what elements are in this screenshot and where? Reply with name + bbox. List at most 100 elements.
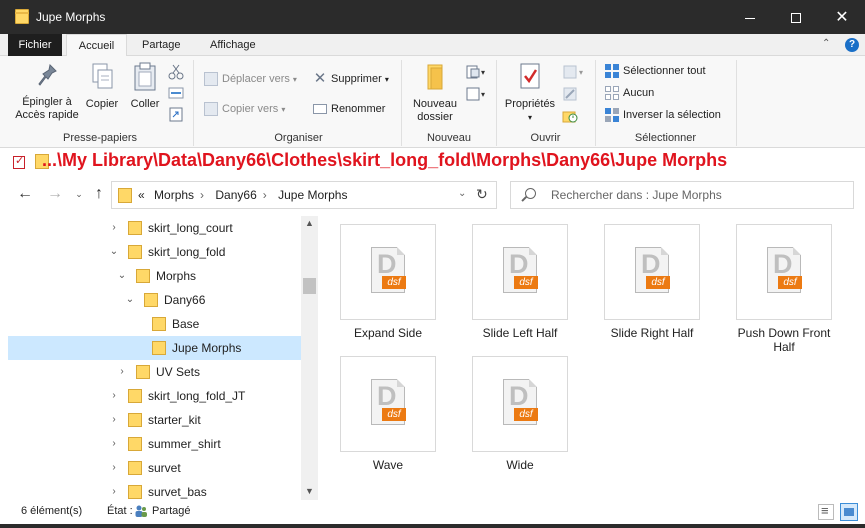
delete-button[interactable]: ✕ Supprimer ▾	[313, 70, 389, 88]
group-label-new: Nouveau	[426, 132, 472, 144]
invert-selection-button[interactable]: Inverser la sélection	[605, 106, 721, 124]
file-item[interactable]: Ddsf Expand Side	[330, 216, 440, 346]
breadcrumb-item-jupe-morphs[interactable]: Jupe Morphs	[278, 188, 347, 202]
tree-item[interactable]: ⌄ skirt_long_fold	[8, 240, 301, 264]
large-icons-view-button[interactable]	[840, 503, 858, 521]
paste-shortcut-icon[interactable]	[168, 106, 184, 122]
tab-file[interactable]: Fichier	[8, 34, 62, 56]
folder-icon	[128, 413, 142, 427]
expand-chevron-icon[interactable]: ›	[116, 360, 128, 384]
address-bar[interactable]: « Morphs › Dany66 › Jupe Morphs ⌄ ↻	[111, 181, 497, 209]
collapse-chevron-icon[interactable]: ⌄	[108, 240, 120, 264]
expand-chevron-icon[interactable]: ›	[108, 408, 120, 432]
maximize-button[interactable]	[773, 0, 819, 34]
tab-home[interactable]: Accueil	[66, 34, 127, 57]
cut-icon[interactable]	[168, 64, 184, 80]
file-item[interactable]: Ddsf Slide Right Half	[594, 216, 704, 346]
shared-status: Partagé	[152, 505, 191, 517]
folder-icon	[118, 188, 132, 203]
select-none-label: Aucun	[623, 87, 655, 99]
details-view-button[interactable]	[818, 503, 834, 520]
refresh-icon[interactable]: ↻	[476, 186, 488, 203]
navigation-pane: › skirt_long_court ⌄ skirt_long_fold ⌄ Morphs…	[8, 216, 318, 500]
tab-view[interactable]: Affichage	[206, 34, 260, 56]
close-icon: ✕	[835, 9, 849, 26]
select-all-button[interactable]: Sélectionner tout	[605, 62, 706, 80]
breadcrumb-item-dany66[interactable]: Dany66	[215, 188, 256, 202]
file-item[interactable]: Ddsf Push Down Front Half	[726, 216, 836, 354]
tree-item[interactable]: › survet	[8, 456, 301, 480]
tree-item[interactable]: Base	[8, 312, 301, 336]
tree-item[interactable]: › skirt_long_fold_JT	[8, 384, 301, 408]
scroll-down-icon[interactable]: ▼	[305, 486, 314, 496]
select-none-button[interactable]: Aucun	[605, 84, 654, 102]
pin-icon	[38, 63, 57, 86]
paste-icon	[134, 62, 156, 91]
expand-chevron-icon[interactable]: ›	[108, 384, 120, 408]
new-item-icon[interactable]: ▾	[466, 64, 488, 80]
close-button[interactable]: ✕	[819, 0, 865, 34]
invert-selection-icon	[605, 108, 619, 123]
tree-item[interactable]: ⌄ Dany66	[8, 288, 301, 312]
folder-icon	[136, 269, 150, 283]
tree-item[interactable]: › survet_bas	[8, 480, 301, 500]
tree-item[interactable]: ⌄ Morphs	[8, 264, 301, 288]
tree-item[interactable]: › starter_kit	[8, 408, 301, 432]
back-button[interactable]: ←	[16, 185, 34, 203]
tree-item[interactable]: › UV Sets	[8, 360, 301, 384]
collapse-chevron-icon[interactable]: ⌄	[124, 288, 136, 312]
open-icon[interactable]: ▾	[562, 64, 588, 80]
new-folder-button[interactable]: Nouveau dossier	[404, 62, 466, 124]
tree-item[interactable]: › skirt_long_court	[8, 216, 301, 240]
up-button[interactable]: ↑	[90, 185, 108, 203]
file-item[interactable]: Ddsf Slide Left Half	[462, 216, 572, 346]
tree-item-label: skirt_long_fold	[148, 245, 226, 259]
file-item[interactable]: Ddsf Wave	[330, 348, 440, 478]
ribbon-collapse-icon[interactable]: ⌃	[822, 38, 830, 49]
tree-item[interactable]: Jupe Morphs	[8, 336, 301, 360]
pin-quick-access-button[interactable]: Épingler à Accès rapide	[12, 62, 82, 122]
copy-label: Copier	[85, 98, 119, 110]
properties-button[interactable]: Propriétés ▾	[500, 62, 560, 124]
expand-chevron-icon[interactable]: ›	[108, 480, 120, 500]
scroll-up-icon[interactable]: ▲	[305, 218, 314, 228]
tree-item-label: skirt_long_court	[148, 221, 233, 235]
search-input[interactable]	[551, 187, 841, 203]
expand-chevron-icon[interactable]: ›	[108, 432, 120, 456]
expand-chevron-icon[interactable]: ›	[108, 216, 120, 240]
breadcrumb-overflow[interactable]: «	[138, 188, 145, 202]
paste-button[interactable]: Coller	[125, 62, 165, 111]
history-icon[interactable]	[562, 108, 578, 124]
copy-path-icon[interactable]	[168, 86, 184, 100]
move-to-icon	[204, 72, 218, 87]
tree-item[interactable]: › summer_shirt	[8, 432, 301, 456]
edit-icon[interactable]	[562, 86, 578, 102]
forward-button[interactable]: →	[46, 185, 64, 203]
search-box[interactable]	[510, 181, 854, 209]
help-icon[interactable]: ?	[845, 38, 859, 52]
collapse-chevron-icon[interactable]: ⌄	[116, 264, 128, 288]
easy-access-icon[interactable]: ▾	[466, 86, 488, 102]
address-dropdown-icon[interactable]: ⌄	[458, 188, 466, 199]
scroll-thumb[interactable]	[303, 278, 316, 294]
folder-icon	[152, 317, 166, 331]
copy-button[interactable]: Copier	[82, 62, 122, 111]
title-bar[interactable]: Jupe Morphs ✕	[0, 0, 865, 34]
file-item[interactable]: Ddsf Wide	[462, 348, 572, 478]
tab-share[interactable]: Partage	[138, 34, 185, 56]
rename-button[interactable]: Renommer	[313, 100, 385, 118]
copy-to-button[interactable]: Copier vers ▾	[204, 100, 285, 118]
breadcrumb-chevron-icon[interactable]: ›	[263, 188, 267, 202]
breadcrumb-item-morphs[interactable]: Morphs	[154, 188, 194, 202]
recent-locations-button[interactable]: ⌄	[70, 185, 88, 203]
minimize-button[interactable]	[727, 0, 773, 34]
breadcrumb-chevron-icon[interactable]: ›	[200, 188, 204, 202]
move-to-button[interactable]: Déplacer vers ▾	[204, 70, 297, 88]
group-label-open: Ouvrir	[530, 132, 561, 144]
expand-chevron-icon[interactable]: ›	[108, 456, 120, 480]
file-thumbnail: Ddsf	[472, 224, 568, 320]
navigation-scrollbar[interactable]: ▲ ▼	[301, 216, 318, 500]
file-name: Slide Right Half	[610, 326, 694, 340]
rename-label: Renommer	[331, 103, 386, 115]
dsf-file-icon: Ddsf	[503, 379, 538, 425]
